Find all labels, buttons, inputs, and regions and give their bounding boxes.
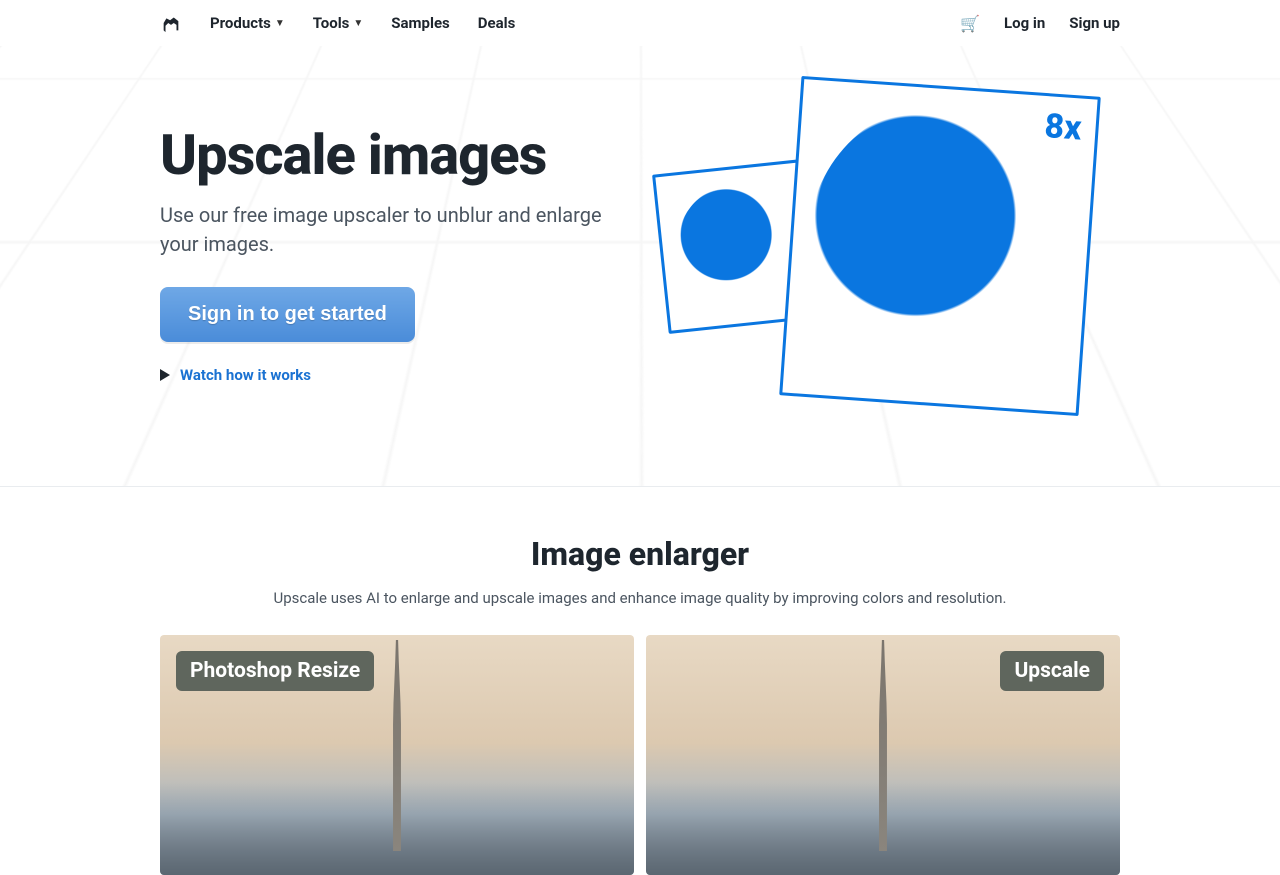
hero-section: Upscale images Use our free image upscal… xyxy=(0,46,1280,487)
hero-copy: Upscale images Use our free image upscal… xyxy=(160,86,640,384)
left-panel-badge: Photoshop Resize xyxy=(176,651,374,691)
comparison-panel-right: Upscale xyxy=(646,635,1120,875)
comparison-row: Photoshop Resize Upscale xyxy=(160,635,1120,875)
nav-tools[interactable]: Tools▼ xyxy=(313,14,364,32)
person-illustration-icon xyxy=(797,94,1082,398)
signup-link[interactable]: Sign up xyxy=(1069,14,1120,32)
watch-label: Watch how it works xyxy=(180,366,311,384)
nav-samples[interactable]: Samples xyxy=(391,14,449,32)
section-subtitle: Upscale uses AI to enlarge and upscale i… xyxy=(160,589,1120,607)
top-nav: Products▼ Tools▼ Samples Deals 🛒 Log in … xyxy=(0,0,1280,46)
right-panel-badge: Upscale xyxy=(1000,651,1104,691)
chevron-down-icon: ▼ xyxy=(353,18,363,29)
watch-how-it-works-link[interactable]: Watch how it works xyxy=(160,366,640,384)
hero-illustration: 8x xyxy=(640,86,1120,426)
nav-right: 🛒 Log in Sign up xyxy=(960,14,1120,33)
hero-subtitle: Use our free image upscaler to unblur an… xyxy=(160,201,640,259)
nav-deals[interactable]: Deals xyxy=(478,14,516,32)
cart-icon[interactable]: 🛒 xyxy=(960,14,980,33)
logo-horse-icon[interactable] xyxy=(160,12,182,34)
login-link[interactable]: Log in xyxy=(1004,14,1045,32)
large-image-card: 8x xyxy=(779,76,1101,416)
nav-products[interactable]: Products▼ xyxy=(210,14,285,32)
signin-cta-button[interactable]: Sign in to get started xyxy=(160,287,415,342)
image-enlarger-section: Image enlarger Upscale uses AI to enlarg… xyxy=(0,487,1280,875)
comparison-panel-left: Photoshop Resize xyxy=(160,635,634,875)
hero-title: Upscale images xyxy=(160,126,640,185)
section-title: Image enlarger xyxy=(160,535,1120,573)
play-icon xyxy=(160,369,170,381)
nav-left: Products▼ Tools▼ Samples Deals xyxy=(160,12,515,34)
multiplier-badge: 8x xyxy=(1043,106,1083,148)
chevron-down-icon: ▼ xyxy=(275,18,285,29)
